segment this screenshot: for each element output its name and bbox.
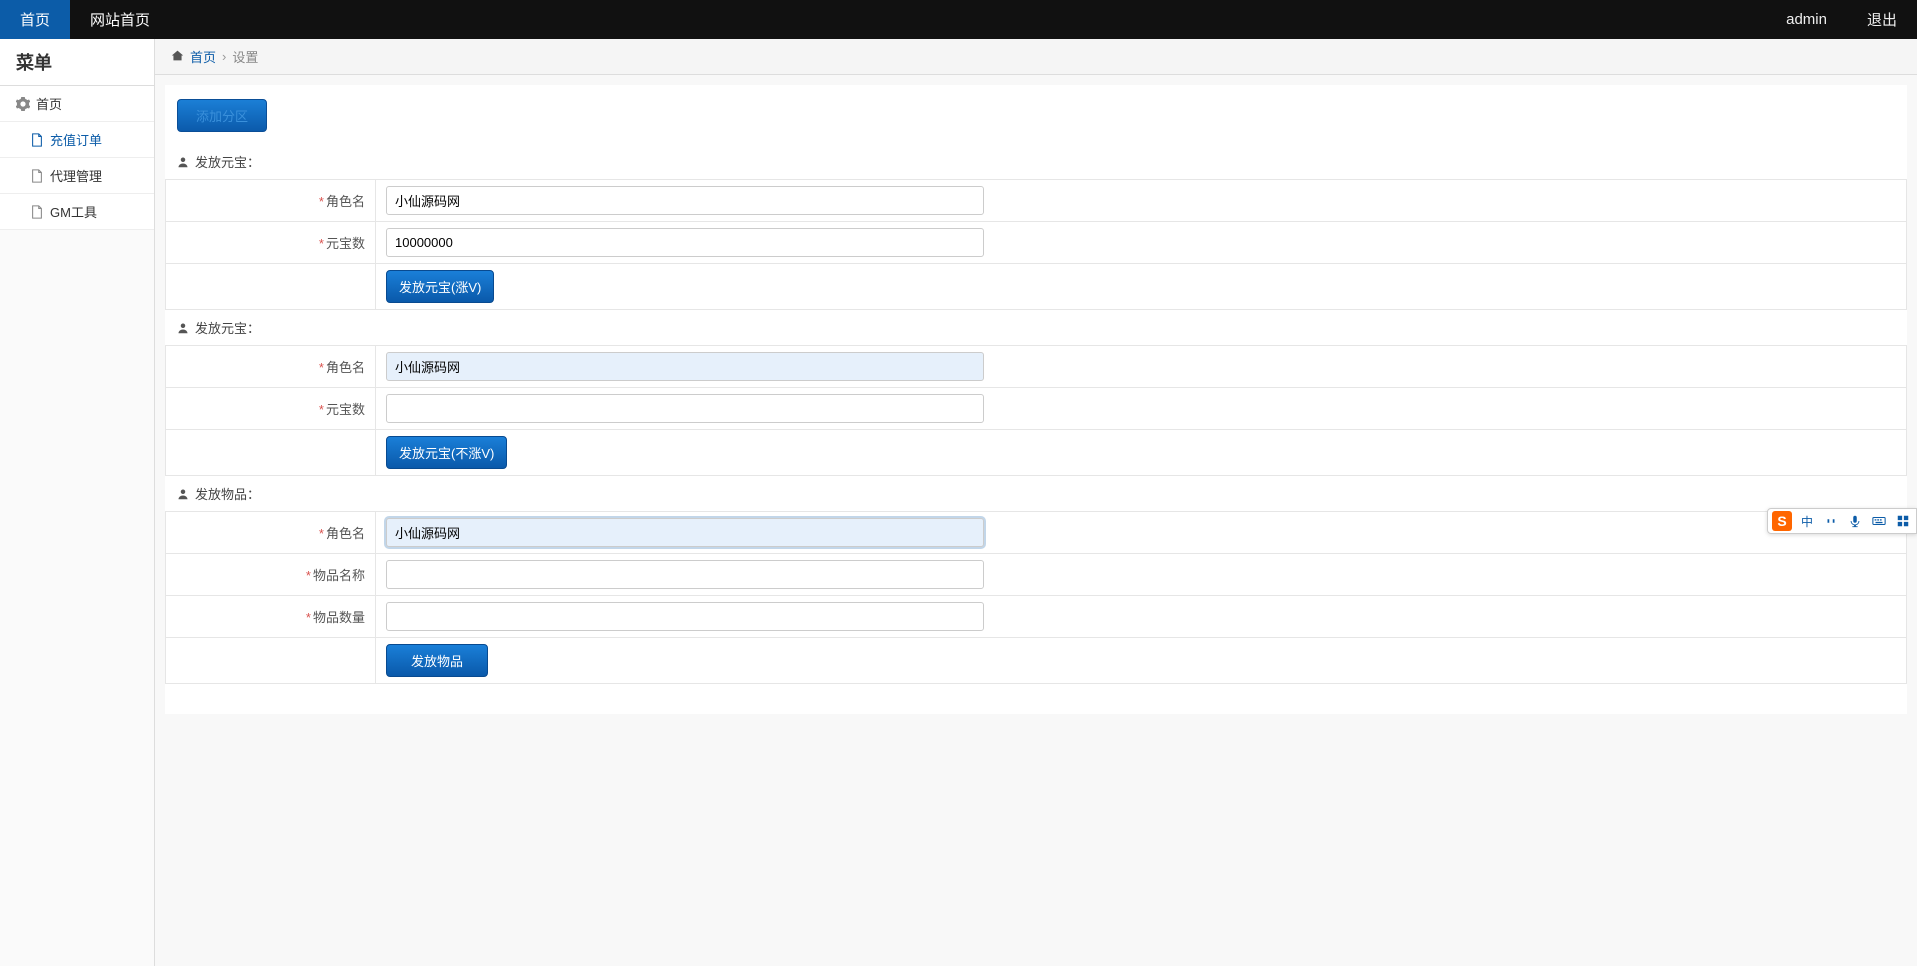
ime-mic-icon[interactable] (1846, 512, 1864, 530)
sidebar-item-agent[interactable]: 代理管理 (0, 158, 154, 194)
role-name-input-1[interactable] (386, 186, 984, 215)
top-navbar: 首页 网站首页 admin 退出 (0, 0, 1917, 39)
sidebar-item-home[interactable]: 首页 (0, 86, 154, 122)
person-icon (177, 322, 189, 334)
add-zone-button[interactable]: 添加分区 (177, 99, 267, 132)
form-table-1: *角色名 *元宝数 发放元宝(涨V) (165, 179, 1907, 310)
submit-yuanbao-nov-button[interactable]: 发放元宝(不涨V) (386, 436, 507, 469)
sidebar-item-recharge[interactable]: 充值订单 (0, 122, 154, 158)
person-icon (177, 156, 189, 168)
ime-grid-icon[interactable] (1894, 512, 1912, 530)
field-label: 物品数量 (313, 610, 365, 625)
navbar-left: 首页 网站首页 (0, 0, 170, 39)
ime-keyboard-icon[interactable] (1870, 512, 1888, 530)
navbar-right: admin 退出 (1766, 0, 1917, 39)
sidebar-item-label: 首页 (36, 94, 62, 113)
role-name-input-2[interactable] (386, 352, 984, 381)
field-label: 元宝数 (326, 402, 365, 417)
field-label: 物品名称 (313, 568, 365, 583)
section-title-label: 发放物品： (195, 484, 260, 503)
breadcrumb-home[interactable]: 首页 (190, 47, 216, 66)
ime-punct-icon[interactable] (1822, 512, 1840, 530)
breadcrumb-sep: › (222, 49, 226, 64)
yuanbao-count-input-2[interactable] (386, 394, 984, 423)
ime-lang-icon[interactable]: 中 (1798, 512, 1816, 530)
file-icon (30, 205, 44, 219)
main: 首页 › 设置 添加分区 发放元宝： *角色名 *元宝数 发放元宝(涨V) (155, 39, 1917, 714)
ime-logo-icon[interactable]: S (1772, 511, 1792, 531)
content-panel: 添加分区 发放元宝： *角色名 *元宝数 发放元宝(涨V) 发放元宝： (165, 85, 1907, 714)
submit-yuanbao-v-button[interactable]: 发放元宝(涨V) (386, 270, 494, 303)
yuanbao-count-input-1[interactable] (386, 228, 984, 257)
gear-icon (16, 97, 30, 111)
section-title-3: 发放物品： (165, 476, 1907, 511)
sidebar-item-label: GM工具 (50, 202, 97, 221)
field-label: 角色名 (326, 360, 365, 375)
submit-item-button[interactable]: 发放物品 (386, 644, 488, 677)
item-count-input[interactable] (386, 602, 984, 631)
sidebar-item-gm[interactable]: GM工具 (0, 194, 154, 230)
section-title-1: 发放元宝： (165, 144, 1907, 179)
sidebar: 菜单 首页 充值订单 代理管理 GM工具 (0, 39, 155, 966)
file-icon (30, 133, 44, 147)
nav-logout[interactable]: 退出 (1847, 0, 1917, 39)
sidebar-item-label: 代理管理 (50, 166, 102, 185)
breadcrumb: 首页 › 设置 (155, 39, 1917, 75)
section-title-label: 发放元宝： (195, 318, 260, 337)
section-title-2: 发放元宝： (165, 310, 1907, 345)
home-icon (171, 49, 184, 65)
sidebar-item-label: 充值订单 (50, 130, 102, 149)
nav-tab-home[interactable]: 首页 (0, 0, 70, 39)
form-table-2: *角色名 *元宝数 发放元宝(不涨V) (165, 345, 1907, 476)
section-title-label: 发放元宝： (195, 152, 260, 171)
form-table-3: *角色名 *物品名称 *物品数量 发放物品 (165, 511, 1907, 684)
field-label: 角色名 (326, 526, 365, 541)
nav-tab-site-home[interactable]: 网站首页 (70, 0, 170, 39)
field-label: 元宝数 (326, 236, 365, 251)
breadcrumb-current: 设置 (232, 47, 258, 66)
item-name-input[interactable] (386, 560, 984, 589)
file-icon (30, 169, 44, 183)
sidebar-title: 菜单 (0, 39, 154, 86)
nav-user[interactable]: admin (1766, 0, 1847, 39)
role-name-input-3[interactable] (386, 518, 984, 547)
field-label: 角色名 (326, 194, 365, 209)
person-icon (177, 488, 189, 500)
ime-toolbar: S 中 (1767, 508, 1917, 534)
